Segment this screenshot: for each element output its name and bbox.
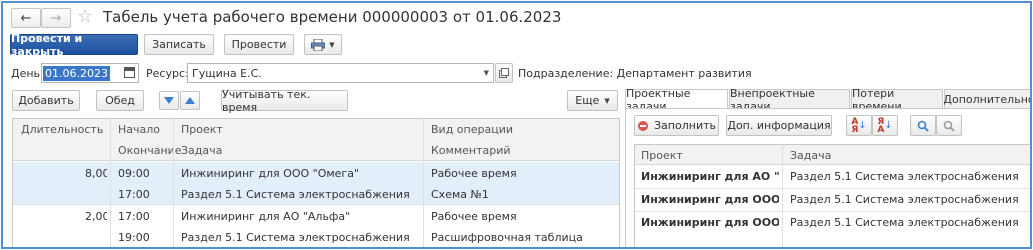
lunch-button[interactable]: Обед: [96, 90, 144, 111]
calendar-icon[interactable]: [124, 67, 135, 78]
header-operation[interactable]: Вид операции: [431, 123, 513, 136]
print-menu-button[interactable]: ▼: [304, 34, 342, 55]
header-duration[interactable]: Длительность: [21, 123, 103, 136]
favorite-star-icon[interactable]: ☆: [77, 6, 93, 27]
save-button[interactable]: Записать: [144, 34, 214, 55]
move-up-button[interactable]: [180, 91, 200, 110]
more-info-button[interactable]: Доп. информация: [726, 115, 832, 136]
search-icon: [917, 120, 929, 132]
tab-project-tasks[interactable]: Проектные задачи: [625, 87, 728, 113]
row-end: 19:00: [118, 231, 150, 244]
department-label: Подразделение: Департамент развития: [518, 67, 752, 80]
cancel-search-button[interactable]: [936, 115, 962, 136]
sort-ascending-icon: AЯ: [851, 116, 859, 135]
row-operation: Рабочее время: [431, 167, 517, 180]
arrow-left-icon: ←: [20, 10, 32, 26]
row-duration: 8,00: [85, 167, 107, 180]
date-value: 01.06.2023: [43, 66, 110, 81]
row-task: Раздел 5.1 Система электроснабжения: [790, 193, 1019, 206]
move-down-button[interactable]: [159, 91, 179, 110]
chevron-down-icon: ▼: [604, 96, 610, 105]
more-button-label: Еще: [575, 94, 600, 107]
chevron-down-icon: ▼: [329, 40, 335, 49]
forward-button[interactable]: →: [41, 8, 71, 28]
row-task: Раздел 5.1 Система электроснабжения: [790, 216, 1019, 229]
arrow-up-icon: [185, 97, 195, 104]
cancel-search-icon: [943, 120, 955, 132]
resource-field[interactable]: Гущина Е.С. ▼: [187, 63, 494, 83]
fill-button[interactable]: Заполнить: [634, 115, 719, 136]
document-window: ← → ☆ Табель учета рабочего времени 0000…: [1, 1, 1032, 249]
tab-non-project-tasks[interactable]: Внепроектные задачи: [729, 87, 850, 113]
row-task: Раздел 5.1 Система электроснабжения: [181, 231, 410, 244]
print-icon: [311, 38, 326, 51]
header-task[interactable]: Задача: [790, 149, 831, 162]
back-button[interactable]: ←: [11, 8, 41, 28]
page-title: Табель учета рабочего времени 000000003 …: [103, 8, 562, 26]
use-current-time-button[interactable]: Учитывать тек. время: [221, 88, 348, 114]
department-label-text: Подразделение:: [518, 67, 614, 80]
open-resource-button[interactable]: [495, 63, 513, 83]
date-field[interactable]: 01.06.2023: [41, 63, 139, 83]
column-divider: [423, 119, 424, 247]
header-task[interactable]: Задача: [181, 144, 222, 157]
row-comment: Расшифровочная таблица: [431, 231, 583, 244]
resource-value: Гущина Е.С.: [192, 67, 262, 80]
tab-additional[interactable]: Дополнительно: [943, 89, 1030, 109]
row-operation: Рабочее время: [431, 210, 517, 223]
row-duration: 2,00: [85, 210, 107, 223]
department-value: Департамент развития: [616, 67, 752, 80]
row-end: 17:00: [118, 188, 150, 201]
column-divider: [110, 119, 111, 247]
open-link-icon: [499, 68, 509, 78]
row-start: 17:00: [118, 210, 150, 223]
header-comment[interactable]: Комментарий: [431, 144, 511, 157]
sort-descending-icon: ЯA: [877, 116, 885, 135]
table-header: Проект Задача: [635, 145, 1030, 165]
fill-button-label: Заполнить: [654, 119, 716, 132]
sort-ascending-button[interactable]: A Я ↓: [846, 115, 872, 136]
row-task: Раздел 5.1 Система электроснабжения: [181, 188, 410, 201]
table-header: Длительность Начало Окончание Проект Зад…: [13, 119, 619, 161]
arrow-right-icon: →: [50, 10, 62, 26]
add-button[interactable]: Добавить: [12, 90, 80, 111]
time-entries-table: Длительность Начало Окончание Проект Зад…: [12, 118, 620, 247]
post-and-close-button[interactable]: Провести и закрыть: [10, 32, 138, 58]
header-project[interactable]: Проект: [641, 149, 683, 162]
date-label: День:: [11, 67, 44, 80]
arrow-down-icon: [164, 97, 174, 104]
project-tasks-table: Проект Задача Инжиниринг для АО "А... Ра…: [634, 144, 1030, 247]
column-divider: [173, 119, 174, 247]
row-task: Раздел 5.1 Система электроснабжения: [790, 170, 1019, 183]
row-project: Инжиниринг для ООО "Омега": [181, 167, 360, 180]
header-start[interactable]: Начало: [118, 123, 160, 136]
resource-label: Ресурс:: [146, 67, 189, 80]
post-button[interactable]: Провести: [224, 34, 294, 55]
fill-icon: [638, 120, 648, 131]
row-project: Инжиниринг для ООО "...: [641, 216, 779, 229]
tab-time-losses[interactable]: Потери времени: [851, 87, 943, 113]
row-project: Инжиниринг для ООО "...: [641, 193, 779, 206]
sort-descending-button[interactable]: Я A ↓: [872, 115, 898, 136]
chevron-down-icon[interactable]: ▼: [484, 69, 489, 77]
row-start: 09:00: [118, 167, 150, 180]
row-comment: Схема №1: [431, 188, 489, 201]
header-project[interactable]: Проект: [181, 123, 223, 136]
find-button[interactable]: [910, 115, 936, 136]
row-project: Инжиниринг для АО "Альфа": [181, 210, 351, 223]
row-project: Инжиниринг для АО "А...: [641, 170, 779, 183]
more-button[interactable]: Еще ▼: [567, 90, 618, 111]
